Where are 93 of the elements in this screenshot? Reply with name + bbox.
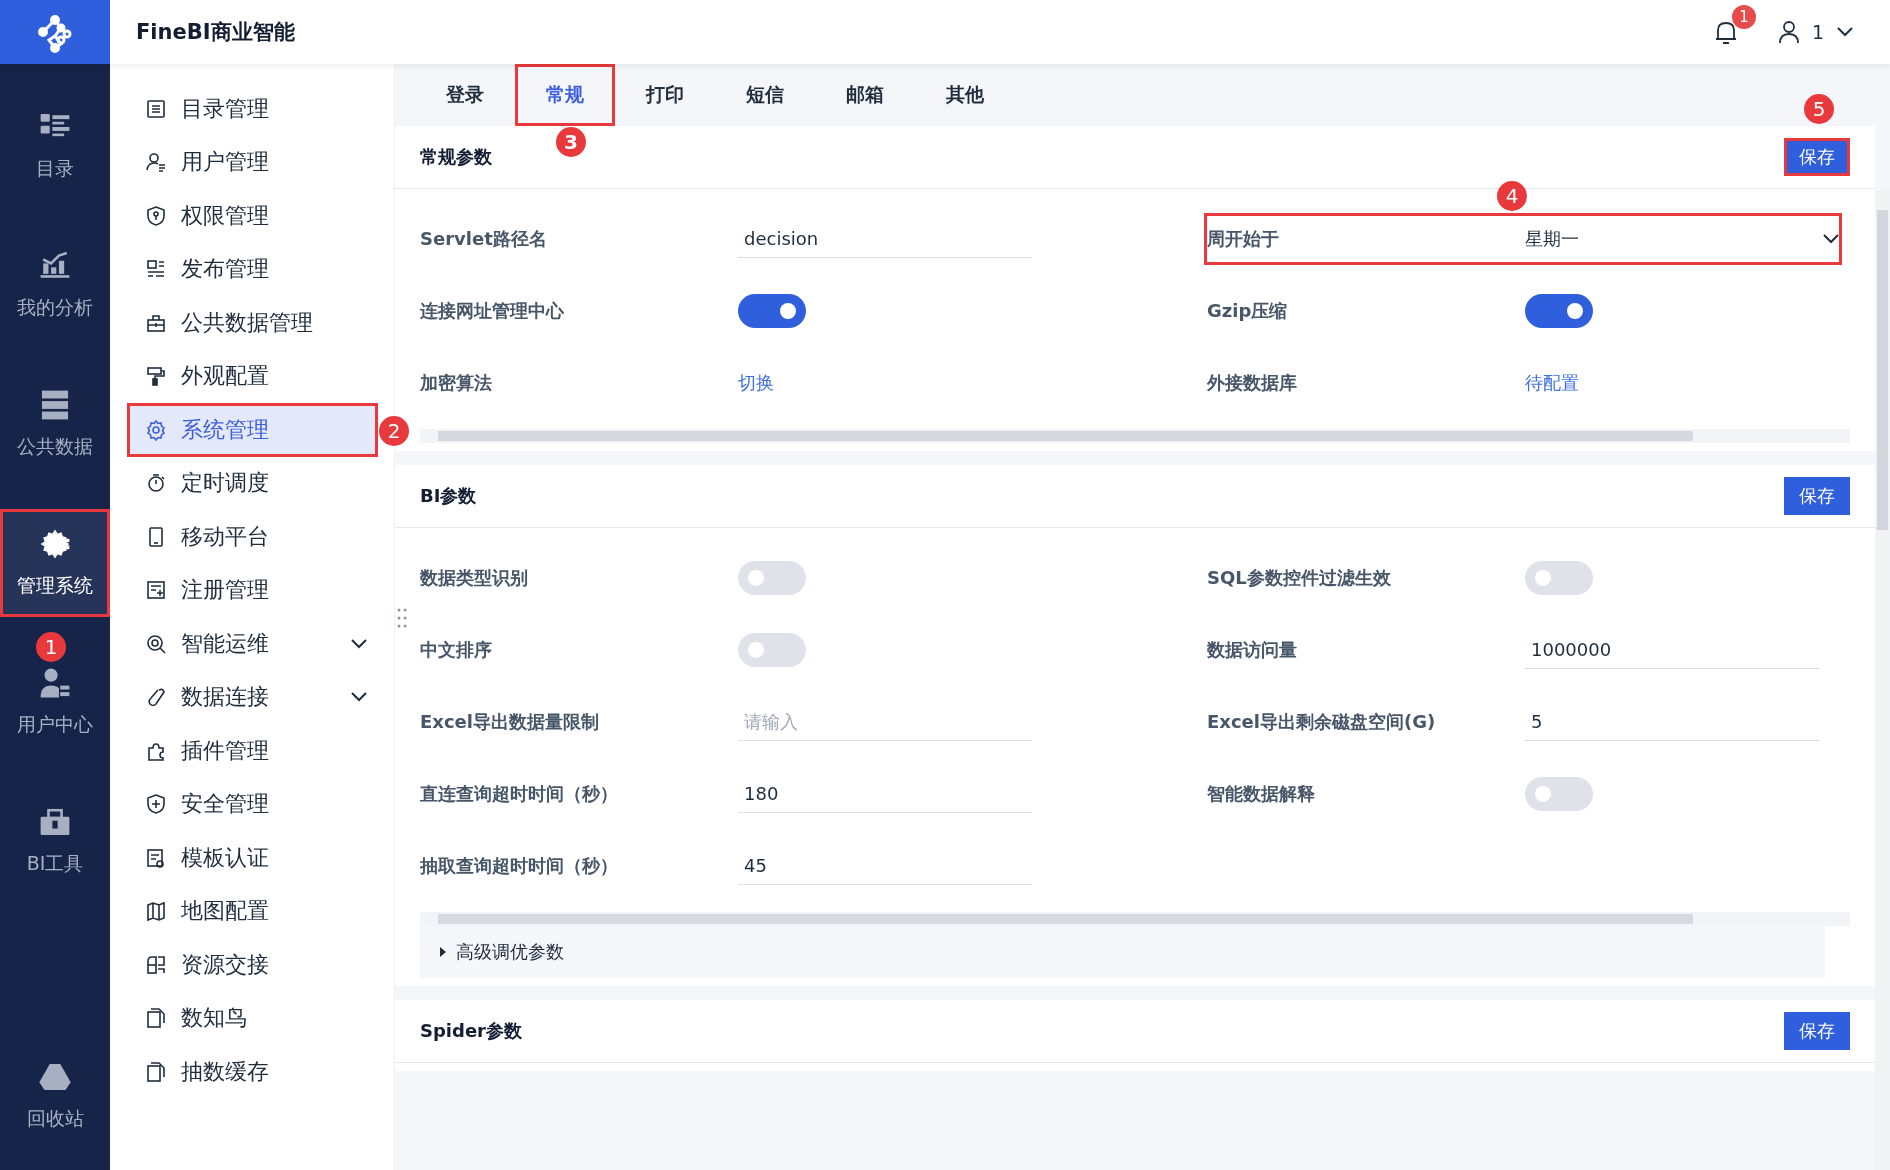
select-field[interactable]: 星期一 bbox=[1525, 227, 1850, 251]
toggle-switch[interactable] bbox=[738, 561, 806, 595]
menu-item[interactable]: 移动平台 bbox=[127, 510, 378, 564]
menu-item[interactable]: 数据连接 bbox=[127, 670, 378, 724]
user-icon bbox=[1777, 20, 1800, 44]
settings-icon bbox=[145, 418, 167, 441]
menu-item[interactable]: 注册管理 bbox=[127, 563, 378, 617]
field-label: Servlet路径名 bbox=[420, 227, 548, 251]
section-title: 常规参数 bbox=[420, 145, 492, 169]
menu-item[interactable]: 资源交接 bbox=[127, 938, 378, 992]
horizontal-scrollbar[interactable] bbox=[420, 429, 1850, 443]
map-icon bbox=[145, 900, 167, 923]
field-label: 加密算法 bbox=[420, 371, 493, 395]
tab[interactable]: 打印 bbox=[615, 64, 715, 126]
blocks-icon bbox=[145, 953, 167, 976]
field-label: 抽取查询超时时间（秒） bbox=[420, 854, 619, 878]
horizontal-scrollbar[interactable] bbox=[420, 912, 1850, 926]
bell-icon[interactable] bbox=[1713, 19, 1738, 45]
field-label: 数据访问量 bbox=[1207, 638, 1298, 662]
rail-item[interactable]: 回收站 bbox=[0, 1042, 110, 1150]
user-icon bbox=[145, 151, 167, 174]
menu-item[interactable]: 目录管理 bbox=[127, 82, 378, 136]
register-icon bbox=[145, 579, 167, 602]
menu-item[interactable]: 地图配置 bbox=[127, 884, 378, 938]
user-icon bbox=[38, 666, 72, 700]
toggle-switch[interactable] bbox=[1525, 561, 1593, 595]
tab[interactable]: 短信 bbox=[715, 64, 815, 126]
field-label: Gzip压缩 bbox=[1207, 299, 1289, 323]
menu-item[interactable]: 安全管理 bbox=[127, 777, 378, 831]
toggle-switch[interactable] bbox=[738, 294, 806, 328]
field-label: Excel导出剩余磁盘空间(G) bbox=[1207, 710, 1437, 734]
vertical-scrollbar[interactable] bbox=[1875, 190, 1890, 1170]
menu-item[interactable]: 定时调度 bbox=[127, 456, 378, 510]
field-label: 中文排序 bbox=[420, 638, 493, 662]
link[interactable]: 切换 bbox=[738, 371, 774, 395]
toggle-switch[interactable] bbox=[1525, 294, 1593, 328]
toggle-switch[interactable] bbox=[1525, 777, 1593, 811]
paint-roller-icon bbox=[145, 365, 167, 388]
section-title: BI参数 bbox=[420, 484, 477, 508]
menu-item[interactable]: 权限管理 bbox=[127, 189, 378, 243]
list-icon bbox=[145, 97, 167, 120]
field-label: 直连查询超时时间（秒） bbox=[420, 782, 619, 806]
stopwatch-icon bbox=[145, 472, 167, 495]
document-icon bbox=[145, 846, 167, 869]
rail-item[interactable]: BI工具 bbox=[0, 787, 110, 895]
menu-item[interactable]: 数知鸟 bbox=[127, 991, 378, 1045]
menu-item[interactable]: 模板认证 bbox=[127, 831, 378, 885]
field-label: 外接数据库 bbox=[1207, 371, 1298, 395]
menu-item[interactable]: 发布管理 bbox=[127, 242, 378, 296]
link[interactable]: 待配置 bbox=[1525, 371, 1579, 395]
field-label: 周开始于 bbox=[1207, 227, 1280, 251]
copy-icon bbox=[145, 1060, 167, 1083]
app-title: FineBI商业智能 bbox=[136, 19, 295, 46]
menu-item[interactable]: 插件管理 bbox=[127, 724, 378, 778]
shield-icon bbox=[145, 204, 167, 227]
menu-item[interactable]: 外观配置 bbox=[127, 349, 378, 403]
user-menu[interactable]: 1 bbox=[1777, 20, 1854, 44]
chevron-down-icon bbox=[1822, 233, 1840, 245]
paperclip-icon bbox=[145, 686, 167, 709]
menu-item[interactable]: 智能运维 bbox=[127, 617, 378, 671]
field-label: 连接网址管理中心 bbox=[420, 299, 565, 323]
user-name: 1 bbox=[1811, 21, 1824, 43]
notification-badge: 1 bbox=[1731, 5, 1756, 29]
toggle-switch[interactable] bbox=[738, 633, 806, 667]
callout-marker: 2 bbox=[379, 416, 409, 446]
search-icon bbox=[145, 632, 167, 655]
caret-icon bbox=[1836, 26, 1854, 38]
field-label: Excel导出数据量限制 bbox=[420, 710, 600, 734]
rail-item[interactable]: 我的分析 bbox=[0, 231, 110, 339]
tab[interactable]: 其他 bbox=[915, 64, 1015, 126]
tab[interactable]: 登录 bbox=[415, 64, 515, 126]
field-label: 智能数据解释 bbox=[1207, 782, 1316, 806]
save-button[interactable]: 保存 bbox=[1784, 138, 1850, 176]
rail-item[interactable]: 公共数据 bbox=[0, 370, 110, 478]
tab[interactable]: 邮箱 bbox=[815, 64, 915, 126]
rail-item[interactable]: 目录 bbox=[0, 92, 110, 200]
field-label: 数据类型识别 bbox=[420, 566, 529, 590]
callout-marker: 5 bbox=[1804, 94, 1834, 124]
section-title: Spider参数 bbox=[420, 1019, 522, 1043]
callout-marker: 1 bbox=[36, 632, 66, 662]
field-label: SQL参数控件过滤生效 bbox=[1207, 566, 1392, 590]
shield-plus-icon bbox=[145, 793, 167, 816]
gear-icon bbox=[38, 527, 72, 561]
callout-marker: 4 bbox=[1497, 181, 1527, 211]
menu-item[interactable]: 用户管理 bbox=[127, 135, 378, 189]
expand-arrow-icon bbox=[438, 946, 448, 958]
copy-icon bbox=[145, 1007, 167, 1030]
advanced-panel[interactable]: 高级调优参数 bbox=[420, 926, 1825, 978]
save-button[interactable]: 保存 bbox=[1784, 477, 1850, 515]
menu-item[interactable]: 公共数据管理 bbox=[127, 296, 378, 350]
menu-item[interactable]: 抽数缓存 bbox=[127, 1045, 378, 1099]
save-button[interactable]: 保存 bbox=[1784, 1012, 1850, 1050]
advanced-label: 高级调优参数 bbox=[456, 940, 564, 964]
